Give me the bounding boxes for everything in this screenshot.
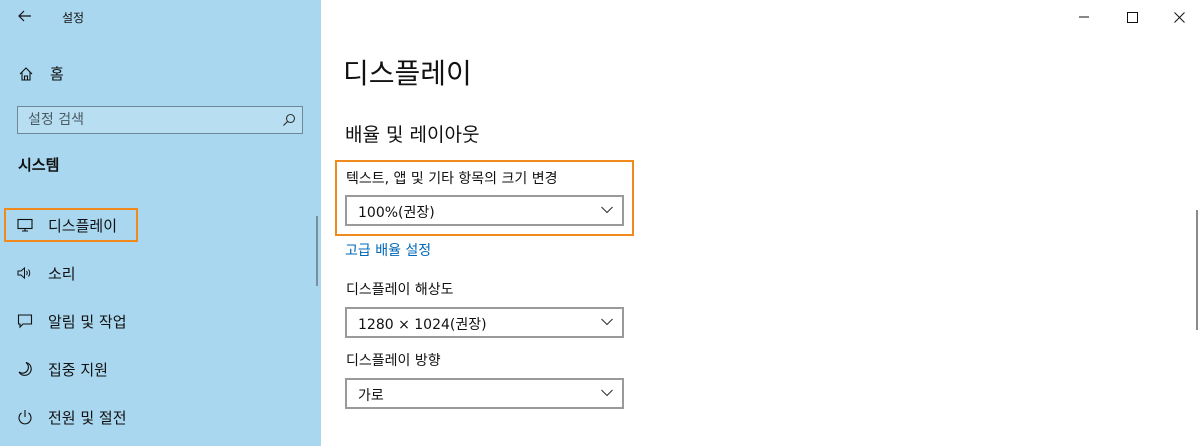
- resolution-dropdown[interactable]: 1280 × 1024(권장): [345, 307, 624, 338]
- section-title: 배율 및 레이아웃: [345, 124, 480, 146]
- orientation-label: 디스플레이 방향: [346, 353, 441, 369]
- page-title: 디스플레이: [343, 57, 472, 90]
- maximize-button[interactable]: [1109, 0, 1155, 34]
- settings-window: 설정 홈 시스템 디스플레이: [0, 0, 1202, 446]
- home-icon: [19, 67, 33, 81]
- sidebar-item-label: 홈: [50, 65, 64, 83]
- sidebar-item-notifications[interactable]: 알림 및 작업: [0, 304, 321, 338]
- sidebar-item-focus-assist[interactable]: 집중 지원: [0, 352, 321, 386]
- titlebar-left: 설정: [0, 0, 321, 34]
- sidebar-item-label: 소리: [48, 265, 76, 283]
- resolution-value: 1280 × 1024(권장): [358, 317, 487, 333]
- content-pane: 디스플레이 배율 및 레이아웃 텍스트, 앱 및 기타 항목의 크기 변경 10…: [321, 0, 1202, 446]
- power-icon: [18, 410, 32, 425]
- sidebar-item-power[interactable]: 전원 및 절전: [0, 400, 321, 434]
- sidebar-item-display[interactable]: 디스플레이: [0, 208, 321, 242]
- chevron-down-icon: [601, 389, 613, 397]
- minimize-icon: [1079, 16, 1089, 18]
- sidebar-item-label: 디스플레이: [48, 217, 118, 235]
- back-button[interactable]: [12, 4, 38, 28]
- close-button[interactable]: [1156, 0, 1202, 34]
- search-icon[interactable]: [282, 113, 296, 127]
- sidebar-section-title: 시스템: [18, 156, 60, 174]
- advanced-scaling-link[interactable]: 고급 배율 설정: [345, 240, 431, 260]
- sidebar-item-home[interactable]: 홈: [0, 58, 321, 88]
- notification-icon: [17, 314, 33, 329]
- orientation-value: 가로: [358, 388, 384, 404]
- search-input[interactable]: [18, 107, 278, 133]
- scale-dropdown[interactable]: 100%(권장): [345, 195, 624, 226]
- scale-value: 100%(권장): [358, 205, 435, 221]
- sidebar-item-sound[interactable]: 소리: [0, 256, 321, 290]
- sidebar: 설정 홈 시스템 디스플레이: [0, 0, 321, 446]
- close-icon: [1173, 11, 1185, 23]
- chevron-down-icon: [601, 206, 613, 214]
- sidebar-scrollbar[interactable]: [316, 216, 318, 286]
- speaker-icon: [17, 266, 31, 280]
- resolution-label: 디스플레이 해상도: [346, 282, 454, 298]
- sidebar-item-label: 집중 지원: [48, 361, 108, 379]
- sidebar-item-label: 전원 및 절전: [48, 409, 127, 427]
- moon-icon: [18, 361, 32, 376]
- back-arrow-icon: [18, 10, 31, 22]
- search-box[interactable]: [17, 106, 303, 134]
- scale-label: 텍스트, 앱 및 기타 항목의 크기 변경: [346, 171, 558, 187]
- content-scrollbar[interactable]: [1196, 210, 1198, 330]
- app-title: 설정: [62, 11, 85, 25]
- minimize-button[interactable]: [1061, 0, 1107, 34]
- monitor-icon: [17, 218, 33, 232]
- maximize-icon: [1126, 11, 1138, 23]
- orientation-dropdown[interactable]: 가로: [345, 378, 624, 409]
- sidebar-item-label: 알림 및 작업: [48, 313, 127, 331]
- chevron-down-icon: [601, 318, 613, 326]
